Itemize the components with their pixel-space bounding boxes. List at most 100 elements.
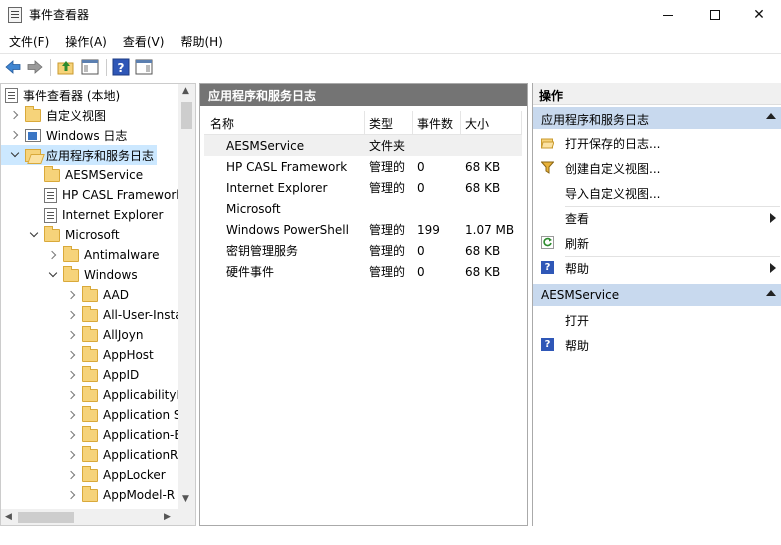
collapse-icon[interactable] [9,149,21,161]
tree-item[interactable]: AppModel-R [1,485,175,505]
actions-section-logs[interactable]: 应用程序和服务日志 [533,107,781,129]
tree-item[interactable]: Microsoft [1,225,120,245]
action-item[interactable]: 帮助 [533,334,781,356]
tree-item[interactable]: Application-E [1,425,182,445]
menu-help[interactable]: 帮助(H) [171,30,229,52]
tree-item-label: 应用程序和服务日志 [46,148,155,163]
tree-item[interactable]: Windows 日志 [1,125,127,145]
table-row[interactable]: 密钥管理服务 管理的 0 68 KB [204,240,522,261]
tree-item[interactable]: AppLocker [1,465,166,485]
expand-icon[interactable] [66,289,78,301]
collapse-section-icon[interactable] [766,113,776,119]
tree-item[interactable]: Application S [1,405,181,425]
action-item[interactable]: 打开保存的日志... [533,132,781,154]
refresh-icon [541,236,554,249]
log-icon [44,207,57,223]
tree-item[interactable]: AAD [1,285,129,305]
tree-item-label: Internet Explorer [62,208,164,222]
tree-item[interactable]: AllJoyn [1,325,143,345]
tree-horizontal-scrollbar[interactable]: ◀ ▶ [1,509,195,525]
tree-item-label: All-User-Insta [103,308,183,322]
expand-icon[interactable] [66,489,78,501]
tree-item[interactable]: AppID [1,365,139,385]
expand-icon[interactable] [47,249,59,261]
scroll-thumb[interactable] [181,102,192,129]
scroll-left-icon[interactable]: ◀ [5,512,12,522]
action-item[interactable]: 查看 [533,207,781,229]
action-pane-icon[interactable] [135,58,153,76]
expand-icon[interactable] [66,429,78,441]
expand-icon[interactable] [66,389,78,401]
tree-item[interactable]: ApplicabilityE [1,385,184,405]
tree-item-label: AllJoyn [103,328,144,342]
back-arrow-icon[interactable] [4,58,22,76]
cell-count: 0 [417,159,425,174]
help-icon [541,338,554,351]
table-row[interactable]: Windows PowerShell 管理的 199 1.07 MB [204,219,522,240]
scroll-up-icon[interactable]: ▲ [182,86,189,96]
column-header-name[interactable]: 名称 [204,111,365,134]
tree-item[interactable]: Antimalware [1,245,159,265]
close-button[interactable]: ✕ [736,0,781,30]
tree-item[interactable]: 应用程序和服务日志 [1,145,157,165]
column-header-type[interactable]: 类型 [365,111,413,134]
action-item[interactable]: 帮助 [533,257,781,279]
column-header-count[interactable]: 事件数 [413,111,461,134]
action-item[interactable]: 创建自定义视图... [533,157,781,179]
collapse-section-icon[interactable] [766,290,776,296]
table-row[interactable]: Microsoft [204,198,522,219]
event-viewer-icon [8,7,22,23]
cell-type: 管理的 [369,244,406,258]
expand-icon[interactable] [66,309,78,321]
scroll-thumb[interactable] [18,512,74,523]
expand-icon[interactable] [66,449,78,461]
collapse-icon[interactable] [47,269,59,281]
tree-item[interactable]: 自定义视图 [1,105,106,125]
table-row[interactable]: HP CASL Framework 管理的 0 68 KB [204,156,522,177]
table-row[interactable]: Internet Explorer 管理的 0 68 KB [204,177,522,198]
expand-icon[interactable] [66,409,78,421]
window-title: 事件查看器 [29,8,90,22]
table-header: 名称 类型 事件数 大小 [204,111,522,135]
forward-arrow-icon[interactable] [26,58,44,76]
minimize-button[interactable] [645,0,691,30]
menu-view[interactable]: 查看(V) [114,30,172,52]
table-row[interactable]: 硬件事件 管理的 0 68 KB [204,261,522,282]
folder-icon [82,465,98,482]
expand-icon[interactable] [66,369,78,381]
tree-item-label: HP CASL Framework [62,188,184,202]
expand-icon[interactable] [66,329,78,341]
menu-file[interactable]: 文件(F) [0,30,56,52]
scroll-right-icon[interactable]: ▶ [164,512,171,522]
scroll-down-icon[interactable]: ▼ [182,494,189,504]
menu-action[interactable]: 操作(A) [56,30,114,52]
tree-item[interactable]: AESMService [1,165,143,185]
action-item[interactable]: 刷新 [533,232,781,254]
cell-type: 文件夹 [369,139,406,153]
tree-item[interactable]: All-User-Insta [1,305,183,325]
tree-item[interactable]: ApplicationRe [1,445,185,465]
expand-icon[interactable] [66,349,78,361]
tree-item[interactable]: 事件查看器 (本地) [1,85,120,105]
cell-name: Microsoft [226,201,281,216]
tree-item[interactable]: Internet Explorer [1,205,163,225]
column-header-size[interactable]: 大小 [461,111,522,134]
expand-icon[interactable] [66,469,78,481]
cell-count: 199 [417,222,440,237]
expand-icon[interactable] [9,129,21,141]
table-row[interactable]: AESMService 文件夹 [204,135,522,156]
help-icon[interactable]: ? [112,58,130,76]
expand-icon[interactable] [9,109,21,121]
show-hide-pane-icon[interactable] [81,58,99,76]
collapse-icon[interactable] [28,229,40,241]
tree-vertical-scrollbar[interactable]: ▲ ▼ [178,84,195,509]
tree-item[interactable]: Windows [1,265,138,285]
maximize-button[interactable] [692,0,738,30]
tree-item[interactable]: AppHost [1,345,154,365]
up-folder-icon[interactable] [57,58,75,76]
action-item[interactable]: 打开 [533,309,781,331]
tree-item[interactable]: HP CASL Framework [1,185,183,205]
action-item[interactable]: 导入自定义视图... [533,182,781,204]
cell-name: Windows PowerShell [226,222,349,237]
actions-section-aesmservice[interactable]: AESMService [533,284,781,306]
